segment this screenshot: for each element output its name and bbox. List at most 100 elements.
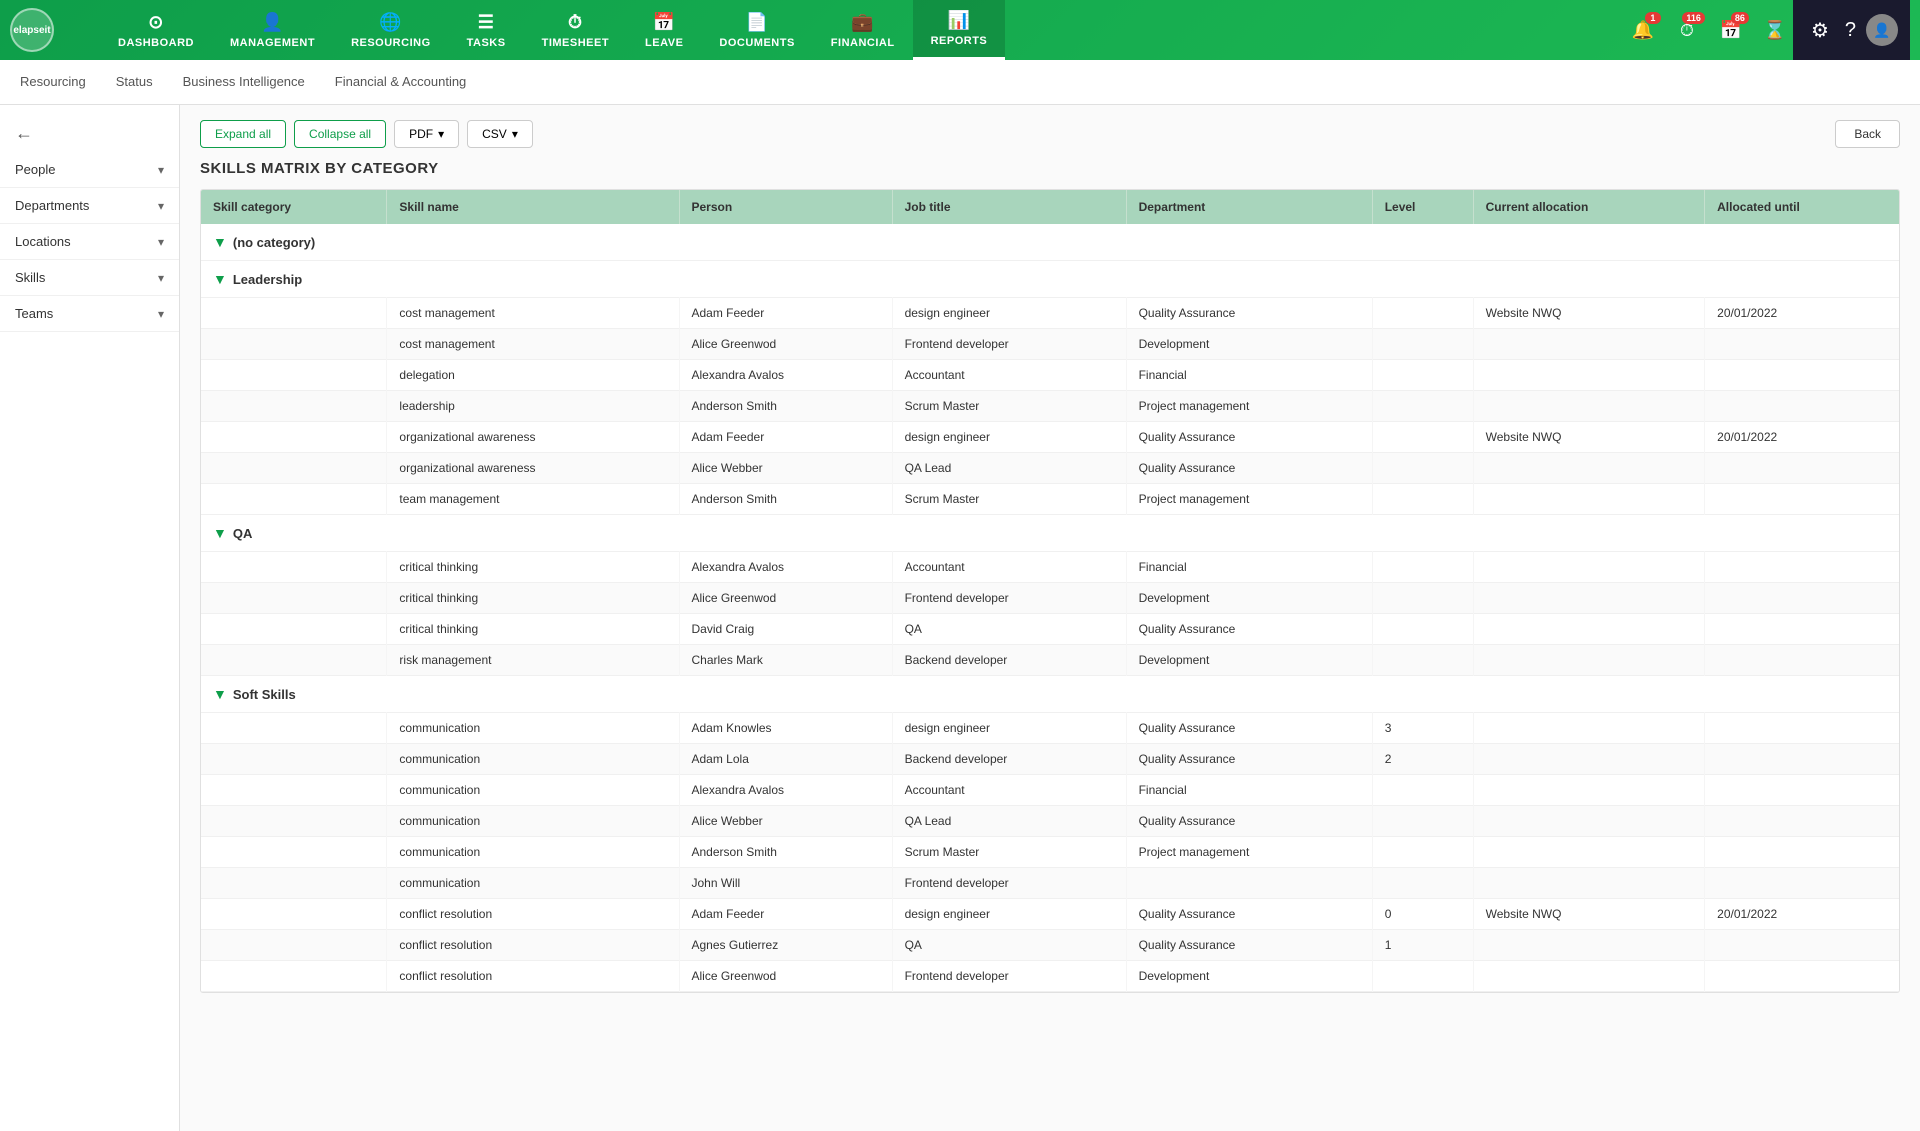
- cell-job-title: Backend developer: [892, 744, 1126, 775]
- cell-current-allocation: [1473, 552, 1705, 583]
- cell-job-title: Frontend developer: [892, 583, 1126, 614]
- chevron-down-icon: ▾: [158, 163, 164, 177]
- cell-skill-category: [201, 329, 387, 360]
- sidebar-item-teams[interactable]: Teams ▾: [0, 296, 179, 332]
- cell-skill-category: [201, 422, 387, 453]
- app-logo: elapseit: [10, 8, 54, 52]
- cell-skill-category: [201, 614, 387, 645]
- cell-allocated-until: 20/01/2022: [1705, 899, 1899, 930]
- cell-skill-category: [201, 713, 387, 744]
- pdf-button[interactable]: PDF ▾: [394, 120, 459, 148]
- cell-department: Development: [1126, 961, 1372, 992]
- cell-current-allocation: [1473, 775, 1705, 806]
- cell-allocated-until: [1705, 484, 1899, 515]
- cell-person: Adam Feeder: [679, 899, 892, 930]
- nav-financial[interactable]: 💼 FINANCIAL: [813, 0, 913, 60]
- sidebar-item-locations[interactable]: Locations ▾: [0, 224, 179, 260]
- cell-skill-category: [201, 868, 387, 899]
- cell-allocated-until: 20/01/2022: [1705, 422, 1899, 453]
- cell-skill-name: cost management: [387, 298, 679, 329]
- nav-timesheet[interactable]: ⏱ TIMESHEET: [524, 0, 627, 60]
- collapse-icon[interactable]: ▼: [213, 271, 227, 287]
- cell-skill-category: [201, 837, 387, 868]
- cell-current-allocation: [1473, 583, 1705, 614]
- sidebar-item-people[interactable]: People ▾: [0, 152, 179, 188]
- table-row: conflict resolution Adam Feeder design e…: [201, 899, 1899, 930]
- cell-level: [1372, 806, 1473, 837]
- nav-leave[interactable]: 📅 LEAVE: [627, 0, 701, 60]
- collapse-icon[interactable]: ▼: [213, 686, 227, 702]
- user-avatar[interactable]: 👤: [1866, 14, 1898, 46]
- financial-icon: 💼: [851, 12, 874, 33]
- cell-level: 2: [1372, 744, 1473, 775]
- cell-level: [1372, 360, 1473, 391]
- cell-skill-name: organizational awareness: [387, 453, 679, 484]
- cell-current-allocation: [1473, 484, 1705, 515]
- collapse-icon[interactable]: ▼: [213, 234, 227, 250]
- table-row: communication Adam Lola Backend develope…: [201, 744, 1899, 775]
- main-layout: ← People ▾ Departments ▾ Locations ▾ Ski…: [0, 105, 1920, 1131]
- gear-icon[interactable]: ⚙: [1805, 12, 1835, 49]
- cell-job-title: QA Lead: [892, 453, 1126, 484]
- table-row: critical thinking Alice Greenwod Fronten…: [201, 583, 1899, 614]
- logo-area[interactable]: elapseit: [10, 8, 90, 52]
- csv-button[interactable]: CSV ▾: [467, 120, 533, 148]
- table-header-row: Skill category Skill name Person Job tit…: [201, 190, 1899, 224]
- cell-current-allocation: [1473, 868, 1705, 899]
- expand-all-button[interactable]: Expand all: [200, 120, 286, 148]
- cell-skill-name: communication: [387, 868, 679, 899]
- help-icon[interactable]: ?: [1839, 13, 1862, 48]
- management-icon: 👤: [261, 12, 284, 33]
- cell-level: [1372, 453, 1473, 484]
- reports-icon: 📊: [947, 10, 970, 31]
- cell-job-title: design engineer: [892, 899, 1126, 930]
- cell-department: Quality Assurance: [1126, 453, 1372, 484]
- timer-badge-item[interactable]: ⏱ 116: [1669, 12, 1705, 48]
- back-button[interactable]: Back: [1835, 120, 1900, 148]
- sidebar-item-departments[interactable]: Departments ▾: [0, 188, 179, 224]
- cell-department: Quality Assurance: [1126, 713, 1372, 744]
- table-row: communication John Will Frontend develop…: [201, 868, 1899, 899]
- cell-skill-name: critical thinking: [387, 583, 679, 614]
- cell-allocated-until: [1705, 329, 1899, 360]
- sidebar-item-skills[interactable]: Skills ▾: [0, 260, 179, 296]
- table-row: cost management Adam Feeder design engin…: [201, 298, 1899, 329]
- cell-department: Quality Assurance: [1126, 298, 1372, 329]
- cell-job-title: Accountant: [892, 775, 1126, 806]
- nav-dashboard[interactable]: ⊙ DASHBOARD: [100, 0, 212, 60]
- cell-allocated-until: [1705, 453, 1899, 484]
- cell-person: Agnes Gutierrez: [679, 930, 892, 961]
- cell-skill-name: cost management: [387, 329, 679, 360]
- subnav-financial-accounting[interactable]: Financial & Accounting: [335, 60, 467, 105]
- collapse-all-button[interactable]: Collapse all: [294, 120, 386, 148]
- subnav-resourcing[interactable]: Resourcing: [20, 60, 86, 105]
- calendar-badge-item[interactable]: 📅 86: [1713, 12, 1749, 48]
- cell-job-title: Scrum Master: [892, 391, 1126, 422]
- nav-documents[interactable]: 📄 DOCUMENTS: [701, 0, 812, 60]
- cell-person: Alice Webber: [679, 453, 892, 484]
- cell-skill-category: [201, 484, 387, 515]
- cell-allocated-until: [1705, 713, 1899, 744]
- nav-tasks[interactable]: ☰ TASKS: [449, 0, 524, 60]
- collapse-icon[interactable]: ▼: [213, 525, 227, 541]
- notifications-bell[interactable]: 🔔 1: [1625, 12, 1661, 48]
- cell-allocated-until: 20/01/2022: [1705, 298, 1899, 329]
- subnav-status[interactable]: Status: [116, 60, 153, 105]
- cell-allocated-until: [1705, 775, 1899, 806]
- hourglass-item[interactable]: ⌛: [1757, 12, 1793, 48]
- subnav-business-intelligence[interactable]: Business Intelligence: [183, 60, 305, 105]
- cell-skill-name: conflict resolution: [387, 899, 679, 930]
- cell-current-allocation: Website NWQ: [1473, 298, 1705, 329]
- cell-current-allocation: [1473, 930, 1705, 961]
- cell-current-allocation: [1473, 329, 1705, 360]
- nav-reports[interactable]: 📊 REPORTS: [913, 0, 1006, 60]
- table-row: cost management Alice Greenwod Frontend …: [201, 329, 1899, 360]
- cell-skill-category: [201, 744, 387, 775]
- cell-person: Alice Greenwod: [679, 961, 892, 992]
- cell-current-allocation: [1473, 744, 1705, 775]
- nav-management[interactable]: 👤 MANAGEMENT: [212, 0, 333, 60]
- nav-resourcing[interactable]: 🌐 RESOURCING: [333, 0, 449, 60]
- cell-current-allocation: [1473, 614, 1705, 645]
- back-arrow[interactable]: ←: [0, 115, 179, 152]
- cell-department: Quality Assurance: [1126, 930, 1372, 961]
